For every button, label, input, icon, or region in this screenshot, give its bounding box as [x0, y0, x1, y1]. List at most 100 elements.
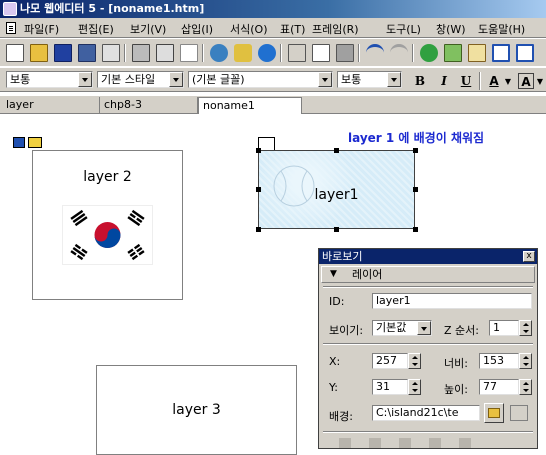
bg-color-dropdown[interactable]: ▼	[536, 73, 544, 89]
ie-icon[interactable]	[258, 44, 276, 62]
layer-3-label: layer 3	[172, 402, 221, 418]
open-folder-icon[interactable]	[30, 44, 48, 62]
chevron-down-icon[interactable]	[387, 72, 401, 87]
menu-view[interactable]: 보기(V)	[130, 21, 166, 37]
image-icon[interactable]	[444, 44, 462, 62]
new-file-icon[interactable]	[6, 44, 24, 62]
resize-handle-n[interactable]	[334, 148, 339, 153]
font-value: (기본 글꼴)	[192, 73, 245, 86]
layer-1[interactable]: layer1	[258, 150, 415, 229]
align-right-icon[interactable]	[399, 438, 411, 448]
visible-select[interactable]: 기본값	[372, 320, 432, 336]
resize-handle-ne[interactable]	[413, 148, 418, 153]
x-label: X:	[329, 355, 341, 368]
x-stepper[interactable]	[408, 353, 421, 369]
layer-2-label: layer 2	[83, 169, 132, 185]
style-select[interactable]: 기본 스타일	[97, 71, 184, 88]
menu-format[interactable]: 서식(O)	[230, 21, 267, 37]
layer-anchor-icons[interactable]	[13, 137, 45, 149]
edit-icon[interactable]	[468, 44, 486, 62]
cut-icon[interactable]	[288, 44, 306, 62]
menu-table[interactable]: 표(T)	[280, 21, 305, 37]
redo-icon[interactable]	[390, 44, 408, 62]
menu-insert[interactable]: 삽입(I)	[181, 21, 213, 37]
panel-title-bar[interactable]: 바로보기 x	[319, 249, 537, 264]
align-center-icon[interactable]	[369, 438, 381, 448]
chevron-down-icon[interactable]	[417, 321, 431, 335]
tab-noname1[interactable]: noname1	[198, 97, 302, 114]
paste-icon[interactable]	[336, 44, 354, 62]
align-bottom-icon[interactable]	[459, 438, 471, 448]
menu-edit[interactable]: 편집(E)	[78, 21, 114, 37]
document-menu-icon[interactable]	[6, 22, 16, 34]
menu-frame[interactable]: 프레임(R)	[312, 21, 359, 37]
globe-icon[interactable]	[210, 44, 228, 62]
layer-anchor-icon[interactable]	[13, 137, 25, 148]
height-stepper[interactable]	[519, 379, 532, 395]
toolbar-separator	[280, 44, 282, 62]
save-icon[interactable]	[54, 44, 72, 62]
x-field[interactable]: 257	[372, 353, 408, 369]
underline-button[interactable]: U	[458, 73, 474, 89]
layer-section-header[interactable]: ▼ 레이어	[321, 266, 535, 283]
toolbar-separator	[412, 44, 414, 62]
tree-icon[interactable]	[420, 44, 438, 62]
font-select[interactable]: (기본 글꼴)	[188, 71, 333, 88]
resize-handle-e[interactable]	[413, 187, 418, 192]
menu-file[interactable]: 파일(F)	[24, 21, 59, 37]
menu-help[interactable]: 도움말(H)	[478, 21, 525, 37]
app-icon	[3, 2, 17, 16]
preview-icon[interactable]	[102, 44, 120, 62]
width-field[interactable]: 153	[479, 353, 519, 369]
background-path-field[interactable]: C:\island21c\te	[372, 405, 480, 421]
tab-chp8-3[interactable]: chp8-3	[100, 97, 198, 114]
resize-handle-w[interactable]	[256, 187, 261, 192]
bg-color-button[interactable]: A	[518, 73, 534, 89]
y-stepper[interactable]	[408, 379, 421, 395]
bg-color-swatch[interactable]	[510, 405, 528, 421]
chevron-down-icon[interactable]	[169, 72, 183, 87]
width-stepper[interactable]	[519, 353, 532, 369]
italic-button[interactable]: I	[436, 73, 452, 89]
layer-anchor-icon[interactable]	[28, 137, 42, 148]
copy-icon[interactable]	[312, 44, 330, 62]
save-all-icon[interactable]	[78, 44, 96, 62]
resize-handle-s[interactable]	[334, 227, 339, 232]
align-top-icon[interactable]	[429, 438, 441, 448]
layer-3[interactable]: layer 3	[96, 365, 297, 455]
resize-handle-sw[interactable]	[256, 227, 261, 232]
chevron-down-icon[interactable]	[78, 72, 92, 87]
layer-2[interactable]: layer 2	[32, 150, 183, 300]
frame-icon[interactable]	[516, 44, 534, 62]
undo-icon[interactable]	[366, 44, 384, 62]
panel-divider	[323, 286, 533, 288]
id-field[interactable]: layer1	[372, 293, 532, 309]
menu-tools[interactable]: 도구(L)	[386, 21, 421, 37]
print-icon[interactable]	[132, 44, 150, 62]
print-preview-icon[interactable]	[156, 44, 174, 62]
font-color-button[interactable]: A	[486, 73, 502, 89]
paragraph-select[interactable]: 보통	[6, 71, 93, 88]
korea-flag-image[interactable]	[62, 205, 153, 265]
close-icon[interactable]: x	[523, 251, 535, 262]
collapse-arrow-icon[interactable]: ▼	[330, 267, 337, 282]
chevron-down-icon[interactable]	[318, 72, 332, 87]
size-select[interactable]: 보통	[337, 71, 402, 88]
z-order-field[interactable]: 1	[489, 320, 519, 336]
bold-button[interactable]: B	[412, 73, 428, 89]
table-icon[interactable]	[492, 44, 510, 62]
quick-view-panel: 바로보기 x ▼ 레이어 ID: layer1 보이기: 기본값 Z 순서: 1…	[318, 248, 538, 449]
font-color-dropdown[interactable]: ▼	[504, 73, 512, 89]
menu-window[interactable]: 창(W)	[436, 21, 466, 37]
align-left-icon[interactable]	[339, 438, 351, 448]
resize-handle-se[interactable]	[413, 227, 418, 232]
tab-layer[interactable]: layer	[2, 97, 100, 114]
resize-handle-nw[interactable]	[256, 148, 261, 153]
y-field[interactable]: 31	[372, 379, 408, 395]
spell-check-icon[interactable]	[180, 44, 198, 62]
z-order-stepper[interactable]	[519, 320, 532, 336]
browse-image-button[interactable]	[484, 403, 504, 423]
height-field[interactable]: 77	[479, 379, 519, 395]
sparkle-icon[interactable]	[234, 44, 252, 62]
toolbar-separator	[202, 44, 204, 62]
